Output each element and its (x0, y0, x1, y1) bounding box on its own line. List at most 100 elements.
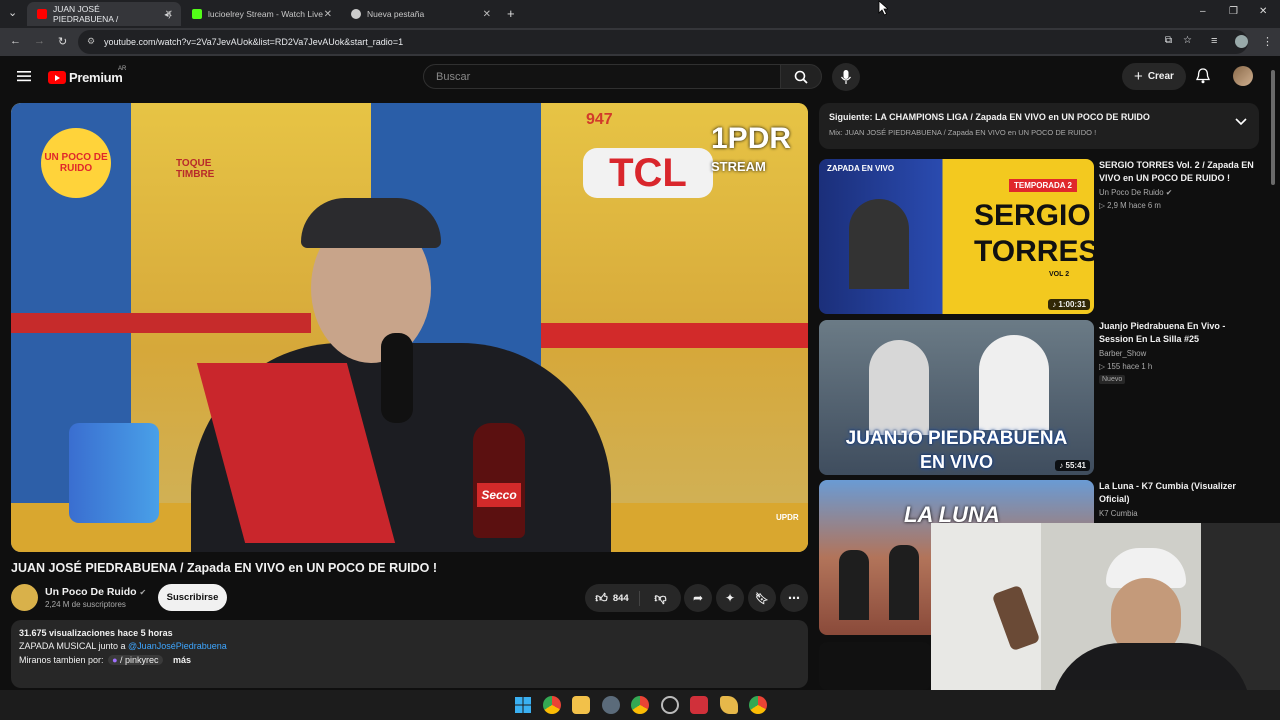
back-icon[interactable]: ← (10, 35, 21, 47)
youtube-play-icon (48, 71, 66, 84)
thumb-person (849, 199, 909, 289)
kick-icon (192, 9, 202, 19)
mention-link[interactable]: @JuanJoséPiedrabuena (128, 641, 227, 651)
performer-cap (301, 198, 441, 248)
subscribe-button[interactable]: Suscribirse (158, 584, 227, 611)
profile-avatar[interactable] (1235, 35, 1248, 48)
recommendation-item[interactable]: JUANJO PIEDRABUENA EN VIVO ♪ 55:41 Juanj… (819, 320, 1259, 475)
verified-icon: ✔ (1165, 188, 1173, 197)
chevron-down-icon[interactable] (1235, 118, 1247, 126)
recommendation-item[interactable]: ZAPADA EN VIVO TEMPORADA 2 SERGIO TORRES… (819, 159, 1259, 314)
duration-badge: ♪ 55:41 (1055, 460, 1090, 471)
video-thumbnail[interactable]: ZAPADA EN VIVO TEMPORADA 2 SERGIO TORRES… (819, 159, 1094, 314)
chrome-icon[interactable] (749, 696, 767, 714)
rec-channel-name[interactable]: K7 Cumbia (1099, 509, 1138, 518)
tab-new[interactable]: Nueva pestaña ✕ (341, 2, 499, 26)
youtube-icon (37, 9, 47, 19)
app-icon[interactable] (690, 696, 708, 714)
wall-number: 947 (586, 111, 613, 128)
soda-bottle (473, 423, 525, 538)
tab-search-icon[interactable]: ⌄ (8, 6, 17, 19)
dislike-button[interactable]: 👎︎ (640, 591, 681, 606)
rec-title[interactable]: La Luna - K7 Cumbia (Visualizer Oficial) (1099, 480, 1259, 506)
video-player[interactable]: UN POCO DE RUIDO TOQUE TIMBRE 947 TCL 1P… (11, 103, 808, 552)
verified-icon: ✔ (139, 588, 147, 597)
social-prefix: Miranos tambien por: (19, 655, 104, 665)
thumb-text-1: SERGIO (974, 199, 1091, 232)
create-label: Crear (1147, 71, 1174, 82)
close-icon[interactable]: ✕ (165, 9, 173, 20)
user-avatar[interactable] (1233, 66, 1253, 86)
menu-icon[interactable]: ⋮ (1262, 35, 1273, 48)
ask-ai-button[interactable]: ✦ (716, 584, 744, 612)
social-chip[interactable]: ● / pinkyrec (108, 655, 163, 665)
scrollbar[interactable] (1271, 70, 1275, 185)
tcl-sign: TCL (583, 148, 713, 198)
video-thumbnail[interactable]: JUANJO PIEDRABUENA EN VIVO ♪ 55:41 (819, 320, 1094, 475)
rec-title[interactable]: SERGIO TORRES Vol. 2 / Zapada EN VIVO en… (1099, 159, 1259, 185)
hamburger-menu-icon[interactable] (17, 70, 31, 82)
recommendation-thumbnail-partial[interactable] (819, 642, 931, 690)
duration-badge: ♪ 1:00:31 (1048, 299, 1090, 310)
more-actions-button[interactable]: ⋯ (780, 584, 808, 612)
chrome-profile-icon[interactable] (631, 696, 649, 714)
thumb-badge: TEMPORADA 2 (1009, 179, 1077, 192)
toolbar: ← → ↻ ⚙ youtube.com/watch?v=2Va7JevAUok&… (0, 28, 1280, 56)
share-icon: ➦ (692, 591, 704, 605)
search-input[interactable]: Buscar (423, 64, 781, 89)
bookmark-icon: 🔖︎ (755, 592, 769, 605)
windows-start-icon[interactable] (514, 696, 532, 714)
maximize-icon[interactable]: ❐ (1229, 6, 1238, 17)
close-window-icon[interactable]: ✕ (1259, 6, 1267, 17)
close-icon[interactable]: ✕ (483, 9, 491, 20)
address-bar[interactable]: ⚙ youtube.com/watch?v=2Va7JevAUok&list=R… (78, 30, 1248, 54)
search-button[interactable] (780, 64, 822, 89)
stream-logo: 1PDR (711, 122, 792, 155)
create-button[interactable]: + Crear (1122, 63, 1186, 90)
wall-sign: TOQUE TIMBRE (176, 158, 215, 180)
more-icon: ⋯ (788, 591, 800, 605)
like-button[interactable]: 👍︎ 844 (585, 590, 640, 606)
tab-youtube[interactable]: JUAN JOSÉ PIEDRABUENA / ◂) ✕ (27, 2, 181, 26)
rec-channel-name[interactable]: Barber_Show (1099, 349, 1146, 358)
thumb-small-text: ZAPADA EN VIVO (827, 164, 895, 173)
new-tab-button[interactable]: + (507, 6, 515, 21)
tab-kick[interactable]: lucioelrey Stream - Watch Live ✕ (182, 2, 340, 26)
bookmark-star-icon[interactable]: ☆ (1183, 35, 1192, 46)
view-stats: 31.675 visualizaciones hace 5 horas (19, 628, 173, 638)
thumb-person (869, 340, 929, 435)
share-button[interactable]: ➦ (684, 584, 712, 612)
file-explorer-icon[interactable] (572, 696, 590, 714)
app-icon[interactable] (720, 696, 738, 714)
up-next-panel[interactable]: Siguiente: LA CHAMPIONS LIGA / Zapada EN… (819, 103, 1259, 149)
rec-channel-name[interactable]: Un Poco De Ruido (1099, 188, 1164, 197)
microphone (381, 333, 413, 423)
description-box[interactable]: 31.675 visualizaciones hace 5 horas ZAPA… (11, 620, 808, 688)
rec-title[interactable]: Juanjo Piedrabuena En Vivo - Session En … (1099, 320, 1259, 346)
chrome-icon[interactable] (543, 696, 561, 714)
obs-icon[interactable] (661, 696, 679, 714)
channel-name[interactable]: Un Poco De Ruido ✔ (45, 586, 146, 598)
un-poco-de-ruido-logo: UN POCO DE RUIDO (41, 128, 111, 198)
thumbs-down-icon: 👎︎ (654, 590, 667, 605)
close-icon[interactable]: ✕ (324, 9, 332, 20)
settings-icon[interactable] (602, 696, 620, 714)
cast-icon[interactable]: ⧉ (1165, 35, 1172, 46)
sparkle-icon: ✦ (724, 591, 736, 605)
youtube-logo[interactable]: Premium AR (48, 66, 126, 85)
tab-title: JUAN JOSÉ PIEDRABUENA / (53, 4, 119, 24)
channel-avatar[interactable] (11, 584, 38, 611)
reading-list-icon[interactable]: ≡ (1211, 35, 1217, 47)
search-icon (794, 70, 808, 84)
red-stripe (541, 323, 808, 348)
show-more-link[interactable]: más (173, 655, 191, 665)
save-button[interactable]: 🔖︎ (748, 584, 776, 612)
notifications-bell-icon[interactable] (1196, 68, 1210, 84)
minimize-icon[interactable]: – (1200, 6, 1206, 17)
reload-icon[interactable]: ↻ (58, 35, 67, 48)
thumb-person (889, 545, 919, 620)
voice-search-button[interactable] (832, 63, 860, 91)
forward-icon[interactable]: → (34, 35, 45, 47)
site-info-icon[interactable]: ⚙ (87, 36, 95, 47)
duration-text: 55:41 (1065, 461, 1086, 470)
